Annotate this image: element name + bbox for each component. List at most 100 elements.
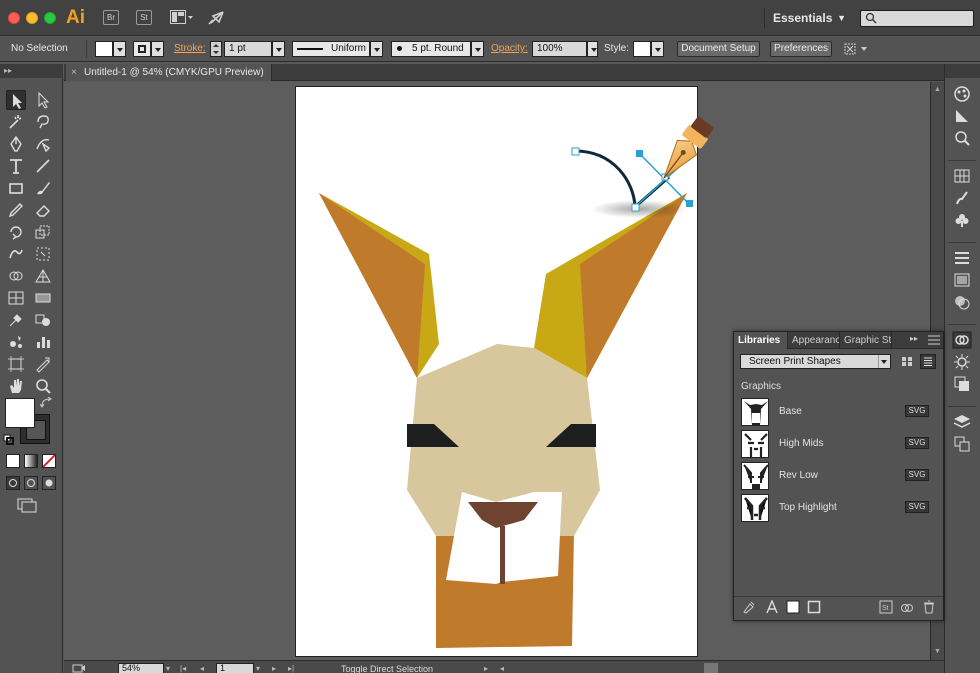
eyedropper-tool-button[interactable] (6, 310, 26, 330)
horizontal-scrollbar-thumb[interactable] (704, 663, 718, 673)
symbols-button[interactable] (952, 210, 972, 230)
window-close-button[interactable] (8, 12, 20, 24)
artboard-number-input[interactable]: 1 (216, 663, 254, 673)
selection-tool-button[interactable] (6, 90, 26, 110)
warp-tool-button[interactable] (6, 244, 26, 264)
scroll-up-icon[interactable]: ▲ (934, 86, 941, 93)
next-artboard-icon[interactable]: ▸ (272, 663, 281, 673)
stock-search-button[interactable]: St (879, 600, 893, 614)
variable-width-profile[interactable]: Uniform (292, 41, 370, 57)
graphic-styles-button[interactable] (952, 374, 972, 394)
document-tab[interactable]: × Untitled-1 @ 54% (CMYK/GPU Preview) (66, 64, 272, 81)
magic-wand-tool-button[interactable] (6, 112, 26, 132)
color-mode-button[interactable] (6, 454, 20, 468)
stroke-color-dropdown[interactable] (151, 41, 164, 57)
grid-view-button[interactable] (899, 354, 915, 369)
graphic-style-swatch[interactable] (633, 41, 651, 57)
free-transform-tool-button[interactable] (33, 244, 53, 264)
column-graph-tool-button[interactable] (33, 332, 53, 352)
llama-mouth-line[interactable] (500, 526, 505, 584)
fill-color-swatch[interactable] (95, 41, 113, 57)
tab-libraries[interactable]: Libraries (734, 332, 788, 349)
tab-appearance[interactable]: Appearance (788, 332, 840, 349)
zoom-level-input[interactable]: 54% (118, 663, 164, 673)
libraries-dock-button[interactable] (952, 330, 972, 350)
opacity-label[interactable]: Opacity: (491, 43, 528, 54)
library-item[interactable]: Top Highlight SVG (741, 494, 933, 522)
library-item[interactable]: Rev Low SVG (741, 462, 933, 490)
rotate-tool-button[interactable] (6, 222, 26, 242)
zoom-tool-button[interactable] (33, 376, 53, 396)
arrange-documents-button[interactable] (170, 10, 194, 25)
document-setup-button[interactable]: Document Setup (677, 41, 760, 57)
swap-fill-stroke-button[interactable] (39, 396, 54, 409)
stroke-panel-button[interactable] (952, 248, 972, 268)
gradient-panel-button[interactable] (952, 270, 972, 290)
transparency-button[interactable] (952, 292, 972, 312)
paintbrush-tool-button[interactable] (33, 178, 53, 198)
pencil-tool-button[interactable] (6, 200, 26, 220)
tools-panel-grip[interactable]: ▸▸ (0, 64, 63, 78)
search-input[interactable] (860, 10, 974, 27)
brushes-button[interactable] (952, 188, 972, 208)
stroke-weight-input[interactable]: 1 pt (224, 41, 272, 57)
none-mode-button[interactable] (42, 454, 56, 468)
profile-dropdown[interactable] (370, 41, 383, 57)
stroke-weight-stepper[interactable] (210, 41, 222, 57)
layers-button[interactable] (952, 412, 972, 432)
workspace-switcher[interactable]: Essentials ▼ (764, 8, 852, 28)
eraser-tool-button[interactable] (33, 200, 53, 220)
drawing-modes-icon[interactable] (6, 476, 60, 490)
stroke-weight-dropdown[interactable] (272, 41, 285, 57)
mesh-tool-button[interactable] (6, 288, 26, 308)
type-tool-button[interactable] (6, 156, 26, 176)
curvature-tool-button[interactable] (33, 134, 53, 154)
fill-swatch[interactable] (5, 398, 35, 428)
opacity-input[interactable]: 100% (532, 41, 587, 57)
line-segment-tool-button[interactable] (33, 156, 53, 176)
screen-mode-button[interactable] (17, 496, 39, 514)
delete-button[interactable] (922, 600, 936, 614)
hand-tool-button[interactable] (6, 376, 26, 396)
color-guide-button[interactable] (952, 84, 972, 104)
scroll-down-icon[interactable]: ▼ (934, 648, 941, 655)
add-stroke-color-button[interactable] (807, 600, 821, 614)
perspective-grid-tool-button[interactable] (33, 266, 53, 286)
gradient-tool-button[interactable] (33, 288, 53, 308)
shape-builder-tool-button[interactable] (6, 266, 26, 286)
window-minimize-button[interactable] (26, 12, 38, 24)
llama-left-ear-inner[interactable] (319, 193, 425, 378)
image-trace-button[interactable] (952, 128, 972, 148)
library-item[interactable]: High Mids SVG (741, 430, 933, 458)
blend-tool-button[interactable] (33, 310, 53, 330)
close-icon[interactable]: × (71, 64, 77, 81)
scroll-left-icon[interactable]: ◂ (500, 663, 509, 673)
status-menu-icon[interactable]: ▸ (484, 663, 493, 673)
bridge-button[interactable]: Br (103, 10, 119, 25)
swatches-button[interactable] (952, 166, 972, 186)
gpu-performance-button[interactable] (207, 10, 225, 26)
tab-graphic-styles[interactable]: Graphic Styles (840, 332, 892, 349)
previous-artboard-icon[interactable]: ◂ (200, 663, 209, 673)
add-character-style-button[interactable] (765, 599, 779, 614)
symbol-sprayer-tool-button[interactable] (6, 332, 26, 352)
first-artboard-icon[interactable]: |◂ (180, 663, 189, 673)
llama-illustration[interactable] (319, 193, 687, 648)
gradient-mode-button[interactable] (24, 454, 38, 468)
last-artboard-icon[interactable]: ▸| (288, 663, 297, 673)
dock-grip[interactable] (945, 64, 980, 78)
list-view-button[interactable] (920, 354, 936, 369)
graphic-style-dropdown[interactable] (651, 41, 664, 57)
stroke-color-swatch[interactable] (133, 41, 151, 57)
brush-definition[interactable]: 5 pt. Round (391, 41, 471, 57)
brush-dropdown[interactable] (471, 41, 484, 57)
window-zoom-button[interactable] (44, 12, 56, 24)
direct-selection-tool-button[interactable] (33, 90, 53, 110)
zoom-dropdown-icon[interactable]: ▾ (166, 663, 175, 673)
artboards-button[interactable] (952, 434, 972, 454)
llama-right-ear-inner[interactable] (580, 193, 687, 378)
share-icon[interactable] (72, 663, 88, 673)
default-fill-stroke-button[interactable] (3, 434, 15, 446)
artboard-dropdown-icon[interactable]: ▾ (256, 663, 265, 673)
appearance-button[interactable] (952, 352, 972, 372)
